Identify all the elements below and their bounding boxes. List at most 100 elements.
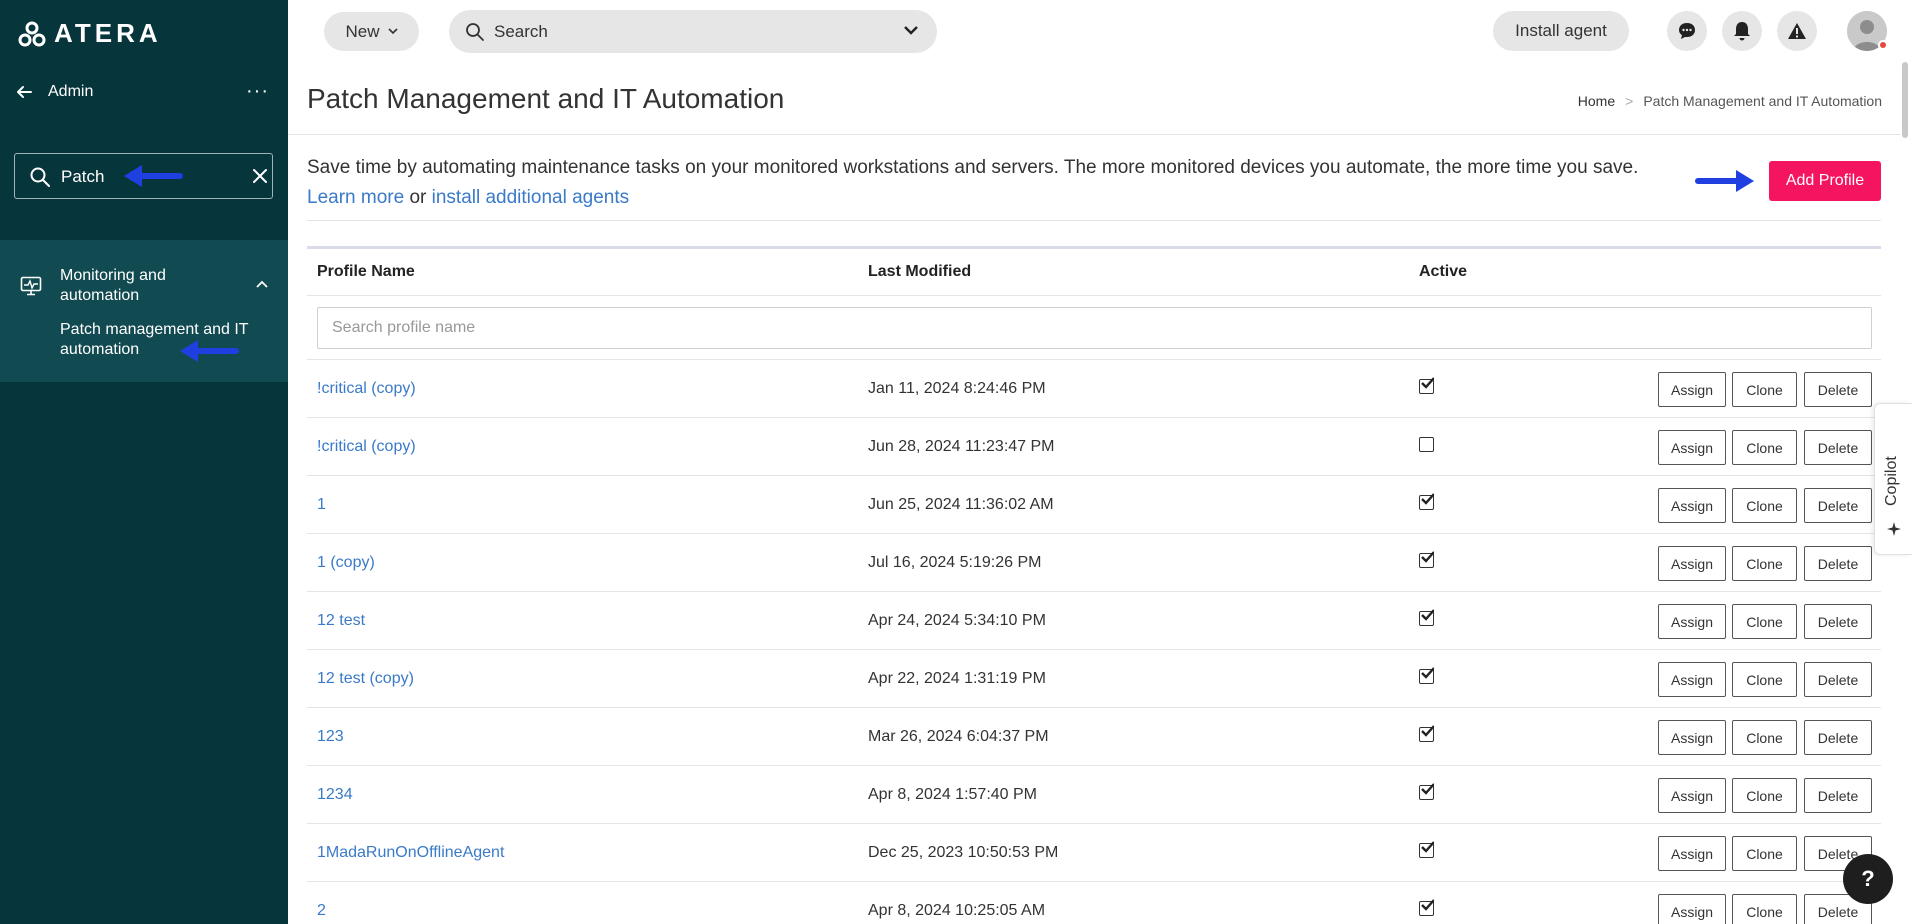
- clone-button[interactable]: Clone: [1732, 546, 1797, 581]
- clone-button[interactable]: Clone: [1732, 720, 1797, 755]
- column-header-last-modified[interactable]: Last Modified: [868, 263, 971, 281]
- help-button[interactable]: ?: [1843, 854, 1893, 904]
- column-header-active[interactable]: Active: [1419, 263, 1467, 281]
- checkmark-icon: [1421, 899, 1434, 911]
- assign-button[interactable]: Assign: [1658, 720, 1726, 755]
- description-divider: [307, 220, 1881, 221]
- profile-name-link[interactable]: 1: [317, 496, 326, 514]
- profile-name-link[interactable]: 123: [317, 728, 344, 746]
- sparkle-icon: [1887, 522, 1901, 536]
- chevron-up-icon[interactable]: [256, 280, 268, 288]
- last-modified-cell: Apr 24, 2024 5:34:10 PM: [868, 612, 1046, 629]
- column-header-profile-name[interactable]: Profile Name: [317, 263, 415, 281]
- atera-logo-icon: [18, 21, 46, 46]
- more-options-icon[interactable]: ···: [246, 80, 269, 103]
- assign-button[interactable]: Assign: [1658, 488, 1726, 523]
- delete-button[interactable]: Delete: [1804, 546, 1872, 581]
- last-modified-cell: Jan 11, 2024 8:24:46 PM: [868, 380, 1046, 397]
- breadcrumb-separator: >: [1625, 93, 1634, 109]
- clear-search-icon[interactable]: [250, 166, 270, 186]
- checkmark-icon: [1421, 783, 1434, 795]
- alerts-button[interactable]: [1777, 11, 1817, 51]
- delete-button[interactable]: Delete: [1804, 720, 1872, 755]
- monitor-icon: [20, 276, 42, 296]
- logo-text: ATERA: [54, 18, 162, 48]
- annotation-arrow-icon: [124, 165, 183, 187]
- profile-name-link[interactable]: 12 test: [317, 612, 365, 630]
- breadcrumb-current: Patch Management and IT Automation: [1643, 93, 1882, 109]
- assign-button[interactable]: Assign: [1658, 546, 1726, 581]
- clone-button[interactable]: Clone: [1732, 894, 1797, 924]
- clone-button[interactable]: Clone: [1732, 662, 1797, 697]
- chat-button[interactable]: [1667, 11, 1707, 51]
- assign-button[interactable]: Assign: [1658, 372, 1726, 407]
- install-agent-button[interactable]: Install agent: [1493, 11, 1629, 51]
- checkmark-icon: [1421, 493, 1434, 505]
- admin-header: Admin ···: [0, 78, 288, 106]
- active-checkbox[interactable]: [1419, 841, 1434, 858]
- assign-button[interactable]: Assign: [1658, 662, 1726, 697]
- header-divider: [288, 134, 1900, 135]
- assign-button[interactable]: Assign: [1658, 894, 1726, 924]
- clone-button[interactable]: Clone: [1732, 488, 1797, 523]
- assign-button[interactable]: Assign: [1658, 836, 1726, 871]
- profile-name-link[interactable]: 1 (copy): [317, 554, 375, 572]
- last-modified-cell: Apr 22, 2024 1:31:19 PM: [868, 670, 1046, 687]
- copilot-tab[interactable]: Copilot: [1874, 403, 1912, 555]
- active-checkbox[interactable]: [1419, 377, 1434, 394]
- clone-button[interactable]: Clone: [1732, 604, 1797, 639]
- delete-button[interactable]: Delete: [1804, 604, 1872, 639]
- clone-button[interactable]: Clone: [1732, 430, 1797, 465]
- assign-button[interactable]: Assign: [1658, 604, 1726, 639]
- last-modified-cell: Jun 25, 2024 11:36:02 AM: [868, 496, 1054, 513]
- assign-button[interactable]: Assign: [1658, 430, 1726, 465]
- table-row: 1 Jun 25, 2024 11:36:02 AM Assign Clone Dele…: [307, 476, 1881, 534]
- install-agents-link[interactable]: install additional agents: [432, 187, 630, 208]
- clone-button[interactable]: Clone: [1732, 836, 1797, 871]
- table-row: 2 Apr 8, 2024 10:25:05 AM Assign Clone Delet…: [307, 882, 1881, 924]
- profile-name-link[interactable]: 12 test (copy): [317, 670, 414, 688]
- active-checkbox[interactable]: [1419, 899, 1434, 916]
- profile-name-link[interactable]: !critical (copy): [317, 380, 416, 398]
- profile-name-search-input[interactable]: [317, 307, 1872, 349]
- learn-more-link[interactable]: Learn more: [307, 187, 404, 208]
- annotation-arrow-icon: [180, 340, 239, 362]
- active-checkbox[interactable]: [1419, 783, 1434, 800]
- active-checkbox[interactable]: [1419, 551, 1434, 568]
- profile-name-link[interactable]: 1234: [317, 786, 353, 804]
- profile-name-link[interactable]: 2: [317, 902, 326, 920]
- global-search-input[interactable]: Search: [449, 10, 937, 53]
- add-profile-button[interactable]: Add Profile: [1769, 161, 1881, 201]
- active-checkbox[interactable]: [1419, 609, 1434, 626]
- assign-button[interactable]: Assign: [1658, 778, 1726, 813]
- active-checkbox[interactable]: [1419, 725, 1434, 742]
- back-arrow-icon[interactable]: [14, 82, 34, 102]
- delete-button[interactable]: Delete: [1804, 372, 1872, 407]
- delete-button[interactable]: Delete: [1804, 488, 1872, 523]
- atera-logo[interactable]: ATERA: [18, 18, 162, 49]
- new-button[interactable]: New: [324, 12, 419, 51]
- breadcrumb-home[interactable]: Home: [1578, 93, 1615, 109]
- profile-name-link[interactable]: !critical (copy): [317, 438, 416, 456]
- delete-button[interactable]: Delete: [1804, 430, 1872, 465]
- submenu-item-patch-management[interactable]: Patch management and IT automation: [60, 320, 275, 360]
- admin-label: Admin: [48, 83, 94, 100]
- active-checkbox[interactable]: [1419, 437, 1434, 452]
- notifications-button[interactable]: [1722, 11, 1762, 51]
- profile-name-link[interactable]: 1MadaRunOnOfflineAgent: [317, 844, 504, 862]
- chat-icon: [1679, 23, 1695, 39]
- chevron-down-icon[interactable]: [903, 24, 919, 36]
- delete-button[interactable]: Delete: [1804, 778, 1872, 813]
- sidebar: ATERA Admin ··· Patch Monitoring and aut…: [0, 0, 288, 924]
- active-checkbox[interactable]: [1419, 493, 1434, 510]
- menu-group-header[interactable]: Monitoring and automation: [0, 252, 288, 304]
- clone-button[interactable]: Clone: [1732, 372, 1797, 407]
- active-checkbox[interactable]: [1419, 667, 1434, 684]
- breadcrumb: Home > Patch Management and IT Automatio…: [1578, 93, 1882, 109]
- last-modified-cell: Jun 28, 2024 11:23:47 PM: [868, 438, 1055, 455]
- clone-button[interactable]: Clone: [1732, 778, 1797, 813]
- delete-button[interactable]: Delete: [1804, 662, 1872, 697]
- table-row: 1 (copy) Jul 16, 2024 5:19:26 PM Assign Clo…: [307, 534, 1881, 592]
- scrollbar-thumb[interactable]: [1902, 62, 1908, 138]
- table-row: 123 Mar 26, 2024 6:04:37 PM Assign Clone Del…: [307, 708, 1881, 766]
